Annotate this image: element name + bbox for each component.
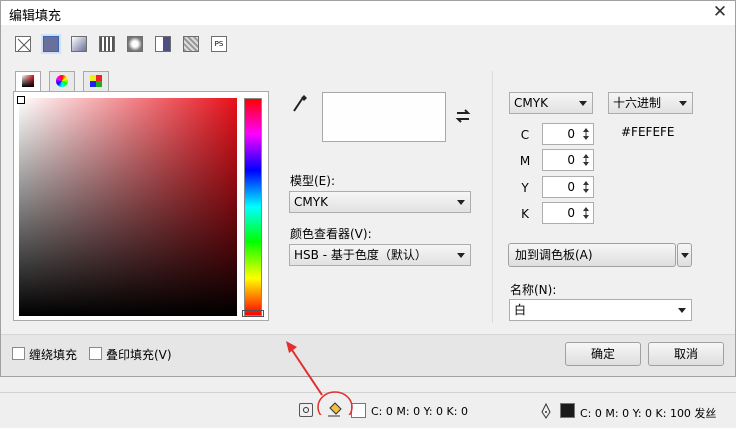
- channel-c-value: 0: [567, 127, 575, 141]
- hex-format-select[interactable]: 十六进制: [608, 92, 693, 114]
- add-to-palette-dropdown[interactable]: [677, 243, 692, 267]
- channel-k-input[interactable]: 0: [542, 202, 594, 224]
- bitmap-pattern-fill-icon[interactable]: [127, 36, 143, 52]
- color-marker[interactable]: [17, 96, 25, 104]
- add-to-palette-button[interactable]: 加到调色板(A): [508, 243, 676, 267]
- model-label: 模型(E):: [290, 174, 335, 188]
- wrap-fill-label: 缠绕填充: [29, 348, 78, 362]
- model-select-value: CMYK: [294, 195, 328, 209]
- channel-y-input[interactable]: 0: [542, 176, 594, 198]
- uniform-fill-icon[interactable]: [43, 36, 59, 52]
- channel-k-label: K: [521, 207, 529, 221]
- two-color-pattern-fill-icon[interactable]: [155, 36, 171, 52]
- ok-button[interactable]: 确定: [565, 342, 641, 366]
- spin-arrows-icon[interactable]: [583, 207, 589, 219]
- overprint-fill-label: 叠印填充(V): [106, 348, 172, 362]
- color-viewer-label: 颜色查看器(V):: [290, 227, 372, 241]
- right-model-select-value: CMYK: [514, 96, 548, 110]
- channel-c-input[interactable]: 0: [542, 123, 594, 145]
- close-icon[interactable]: ✕: [710, 2, 730, 22]
- outline-color-text: C: 0 M: 0 Y: 0 K: 100 发丝: [580, 407, 717, 420]
- chevron-down-icon: [681, 253, 689, 258]
- color-viewer-icon: [22, 75, 34, 87]
- color-wheel-icon: [56, 75, 68, 87]
- overprint-fill-checkbox[interactable]: [89, 347, 102, 360]
- outline-color-swatch[interactable]: [560, 403, 575, 418]
- channel-k-value: 0: [567, 206, 575, 220]
- hue-slider[interactable]: [244, 98, 262, 316]
- saturation-brightness-area[interactable]: [19, 98, 237, 316]
- dialog-title: 编辑填充: [9, 9, 62, 24]
- swap-colors-icon[interactable]: [454, 107, 472, 125]
- postscript-fill-icon[interactable]: PS: [211, 36, 227, 52]
- eyedropper-icon[interactable]: [291, 93, 309, 115]
- model-select[interactable]: CMYK: [289, 191, 471, 213]
- color-viewer-select[interactable]: HSB - 基于色度（默认）: [289, 244, 471, 266]
- status-divider: [0, 392, 736, 393]
- spin-arrows-icon[interactable]: [583, 181, 589, 193]
- channel-m-value: 0: [567, 153, 575, 167]
- pen-nib-icon[interactable]: [541, 402, 551, 419]
- name-select-value: 白: [514, 303, 527, 317]
- chevron-down-icon: [679, 101, 687, 106]
- spin-arrows-icon[interactable]: [583, 128, 589, 140]
- column-separator: [492, 71, 493, 323]
- no-fill-icon[interactable]: [15, 36, 31, 52]
- palette-icon: [90, 75, 102, 87]
- hex-value[interactable]: #FEFEFE: [621, 125, 675, 139]
- color-preview: [322, 92, 446, 142]
- wrap-fill-checkbox[interactable]: [12, 347, 25, 360]
- title-bar: 编辑填充 ✕: [1, 1, 735, 25]
- spin-arrows-icon[interactable]: [583, 154, 589, 166]
- channel-m-label: M: [519, 154, 531, 168]
- right-model-select[interactable]: CMYK: [509, 92, 593, 114]
- cancel-button[interactable]: 取消: [648, 342, 724, 366]
- tab-palettes[interactable]: [83, 71, 109, 91]
- hex-format-select-value: 十六进制: [613, 96, 662, 110]
- channel-y-label: Y: [521, 181, 529, 195]
- name-select[interactable]: 白: [509, 299, 692, 321]
- texture-fill-icon[interactable]: [183, 36, 199, 52]
- channel-m-input[interactable]: 0: [542, 149, 594, 171]
- chevron-down-icon: [579, 101, 587, 106]
- fill-color-text: C: 0 M: 0 Y: 0 K: 0: [371, 405, 468, 418]
- edit-fill-dialog: 编辑填充 ✕ PS 模型(E): CMYK 颜色查看器(V): HSB - 基于…: [0, 0, 736, 377]
- chevron-down-icon: [678, 308, 686, 313]
- color-viewer-select-value: HSB - 基于色度（默认）: [294, 248, 427, 262]
- channel-y-value: 0: [567, 180, 575, 194]
- annotation-arrow: [286, 341, 353, 415]
- name-label: 名称(N):: [510, 283, 557, 297]
- tab-color-viewer[interactable]: [15, 71, 41, 92]
- hue-slider-handle[interactable]: [242, 310, 264, 317]
- tab-color-wheel[interactable]: [49, 71, 75, 91]
- vector-pattern-fill-icon[interactable]: [99, 36, 115, 52]
- chevron-down-icon: [457, 253, 465, 258]
- chevron-down-icon: [457, 200, 465, 205]
- dialog-footer: 缠绕填充 叠印填充(V) 确定 取消: [1, 334, 735, 376]
- channel-c-label: C: [520, 128, 530, 142]
- fountain-fill-icon[interactable]: [71, 36, 87, 52]
